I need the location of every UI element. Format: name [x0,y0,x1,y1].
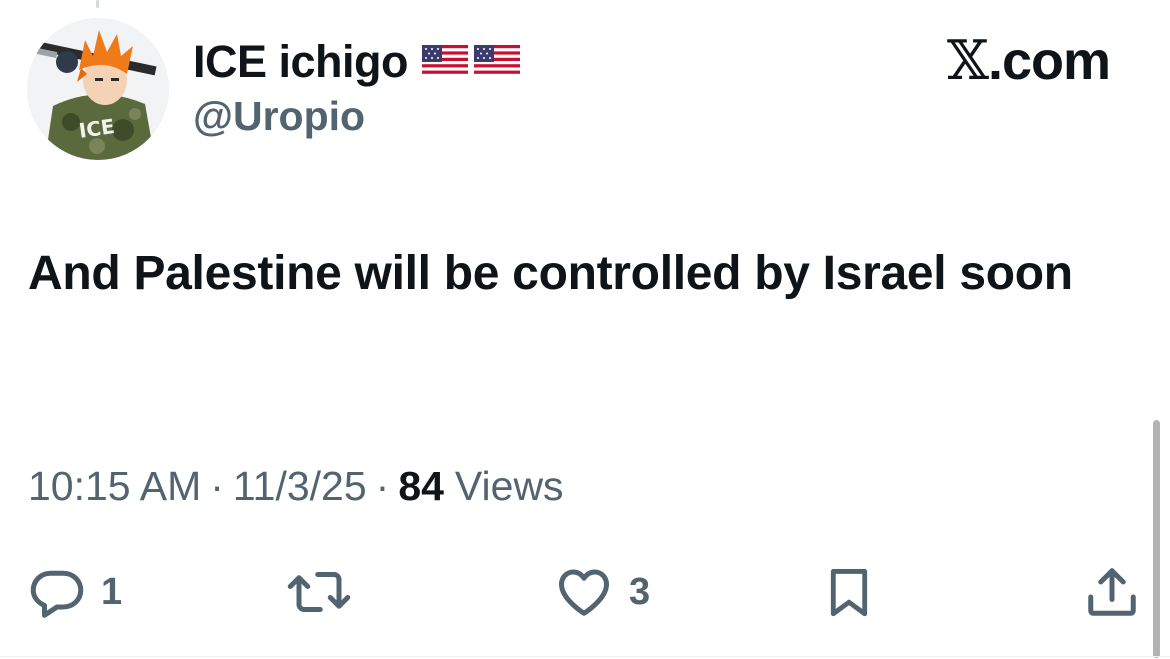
reply-icon [30,570,84,618]
bookmark-button[interactable] [820,560,878,624]
author-handle[interactable]: @Uropio [193,96,365,137]
bookmark-icon [830,569,868,617]
like-button[interactable]: 3 [553,560,650,624]
tweet-meta: 10:15 AM · 11/3/25 · 84 Views [28,466,564,507]
retweet-icon [287,572,351,612]
like-icon [559,569,609,616]
tweet-text: And Palestine will be controlled by Isra… [28,247,1073,300]
thread-line [96,0,99,8]
meta-separator: · [375,463,390,509]
avatar[interactable]: ICE [27,18,169,160]
us-flag-icon [474,45,521,77]
views-count: 84 [398,463,444,509]
flag-emojis [422,45,521,77]
avatar-image: ICE [27,18,169,160]
share-icon [1088,568,1136,616]
tweet-date[interactable]: 11/3/25 [233,466,367,507]
meta-separator: · [210,463,224,509]
views-label: Views [454,463,564,509]
svg-text:ICE: ICE [77,114,116,143]
share-button[interactable] [1082,560,1142,624]
tweet-time[interactable]: 10:15 AM [28,466,201,507]
display-name[interactable]: ICE ichigo [193,39,409,84]
brand-domain: .com [987,31,1111,91]
scrollbar[interactable] [1153,420,1160,658]
action-bar: 1 3 [0,560,1170,624]
reply-count: 1 [101,570,123,613]
divider [0,656,1170,657]
retweet-button[interactable] [286,560,352,624]
like-count: 3 [629,570,651,613]
author-name-row: ICE ichigo [193,34,521,88]
x-brand-logo[interactable]: 𝕏 .com [947,29,1111,92]
x-logo-icon: 𝕏 [947,29,989,92]
tweet-screenshot: ICE ICE ichigo @Uropio 𝕏 .com And Palest… [0,0,1170,659]
us-flag-icon [422,45,469,77]
reply-button[interactable]: 1 [27,560,122,624]
